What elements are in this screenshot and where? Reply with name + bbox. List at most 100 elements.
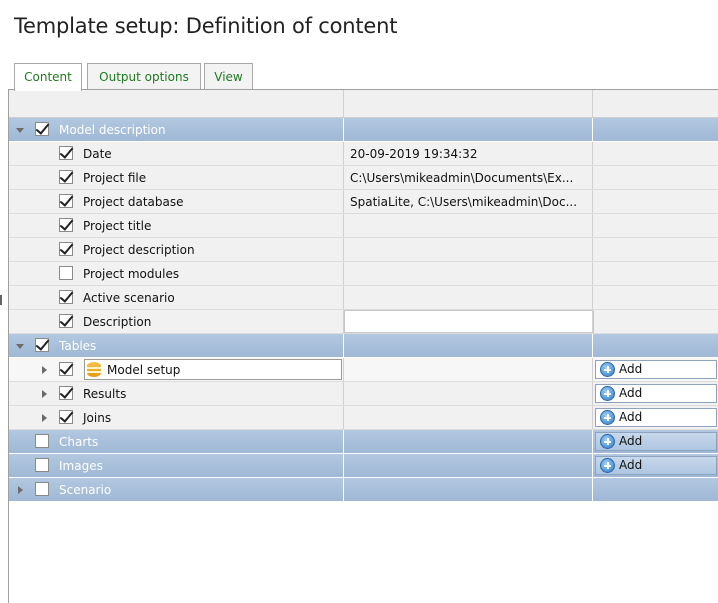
- add-plus-icon: [600, 458, 615, 473]
- item-row-date[interactable]: Date 20-09-2019 19:34:32: [9, 142, 718, 166]
- group-label: Scenario: [59, 483, 112, 497]
- item-label: Joins: [83, 411, 112, 425]
- item-row-model-setup[interactable]: Model setup Add: [9, 358, 718, 382]
- item-row-project-description[interactable]: Project description: [9, 238, 718, 262]
- checkbox-active-scenario[interactable]: [59, 290, 73, 304]
- add-label: Add: [619, 410, 643, 424]
- checkbox-project-description[interactable]: [59, 242, 73, 256]
- group-row-model-description[interactable]: Model description: [9, 118, 718, 142]
- item-label: Project description: [83, 243, 195, 257]
- item-row-joins[interactable]: Joins Add: [9, 406, 718, 430]
- item-label: Project modules: [83, 267, 180, 281]
- group-action-cell: [592, 478, 718, 501]
- checkbox-charts[interactable]: [35, 434, 49, 448]
- item-action-cell: [592, 238, 718, 261]
- group-row-tables[interactable]: Tables: [9, 334, 718, 358]
- tab-content[interactable]: Content: [14, 63, 82, 91]
- add-button-joins[interactable]: Add: [595, 408, 717, 427]
- item-label: Project file: [83, 171, 147, 185]
- checkbox-tables[interactable]: [35, 338, 49, 352]
- group-row-scenario[interactable]: Scenario: [9, 478, 718, 502]
- group-label: Model description: [59, 123, 166, 137]
- item-label: Results: [83, 387, 127, 401]
- add-button-charts[interactable]: Add: [595, 432, 717, 451]
- add-button-model-setup[interactable]: Add: [595, 360, 717, 379]
- group-value-cell: [343, 118, 592, 141]
- expand-arrow-icon[interactable]: [42, 366, 47, 374]
- group-row-charts[interactable]: Charts Add: [9, 430, 718, 454]
- item-action-cell: [592, 190, 718, 213]
- add-plus-icon: [600, 434, 615, 449]
- checkbox-model-description[interactable]: [35, 122, 49, 136]
- tab-output-options[interactable]: Output options: [87, 63, 201, 89]
- content-panel: Model description Date 20-09-2019 19:34:…: [8, 89, 718, 603]
- group-label: Tables: [59, 339, 97, 353]
- page-title: Template setup: Definition of content: [14, 14, 398, 38]
- header-col-action[interactable]: [592, 90, 718, 117]
- add-plus-icon: [600, 386, 615, 401]
- checkbox-date[interactable]: [59, 146, 73, 160]
- item-action-cell: [592, 262, 718, 285]
- checkbox-model-setup[interactable]: [59, 362, 73, 376]
- item-action-cell: [592, 166, 718, 189]
- checkbox-images[interactable]: [35, 458, 49, 472]
- checkbox-results[interactable]: [59, 386, 73, 400]
- database-icon: [87, 362, 101, 377]
- item-label: Project title: [83, 219, 152, 233]
- collapse-arrow-icon[interactable]: [16, 344, 24, 349]
- expand-arrow-icon[interactable]: [18, 486, 23, 494]
- description-edit-cell[interactable]: [343, 310, 594, 333]
- group-value-cell: [343, 454, 592, 477]
- checkbox-joins[interactable]: [59, 410, 73, 424]
- item-label: Date: [83, 147, 112, 161]
- group-value-cell: [343, 430, 592, 453]
- item-row-active-scenario[interactable]: Active scenario: [9, 286, 718, 310]
- group-row-images[interactable]: Images Add: [9, 454, 718, 478]
- item-row-project-file[interactable]: Project file C:\Users\mikeadmin\Document…: [9, 166, 718, 190]
- tab-view[interactable]: View: [204, 63, 253, 89]
- item-label: Model setup: [107, 363, 181, 377]
- group-action-cell: [592, 118, 718, 141]
- add-label: Add: [619, 362, 643, 376]
- item-action-cell: [592, 142, 718, 165]
- checkbox-scenario[interactable]: [35, 482, 49, 496]
- description-input[interactable]: [344, 310, 594, 333]
- add-button-results[interactable]: Add: [595, 384, 717, 403]
- group-value-cell: [343, 334, 592, 357]
- group-label: Charts: [59, 435, 99, 449]
- group-value-cell: [343, 478, 592, 501]
- item-label: Description: [83, 315, 152, 329]
- checkbox-project-database[interactable]: [59, 194, 73, 208]
- add-label: Add: [619, 458, 643, 472]
- add-plus-icon: [600, 362, 615, 377]
- item-action-cell: [592, 310, 718, 333]
- checkbox-project-title[interactable]: [59, 218, 73, 232]
- item-value-cell: [343, 382, 592, 405]
- item-action-cell: [592, 286, 718, 309]
- item-value: C:\Users\mikeadmin\Documents\Ex...: [350, 171, 574, 185]
- grid-header: [9, 90, 718, 118]
- expand-arrow-icon[interactable]: [42, 390, 47, 398]
- item-value: SpatiaLite, C:\Users\mikeadmin\Doc...: [350, 195, 578, 209]
- checkbox-description[interactable]: [59, 314, 73, 328]
- header-col-value[interactable]: [343, 90, 592, 117]
- item-row-project-title[interactable]: Project title: [9, 214, 718, 238]
- item-row-results[interactable]: Results Add: [9, 382, 718, 406]
- item-value-cell: [343, 358, 592, 381]
- checkbox-project-file[interactable]: [59, 170, 73, 184]
- item-row-project-modules[interactable]: Project modules: [9, 262, 718, 286]
- collapse-arrow-icon[interactable]: [16, 128, 24, 133]
- add-plus-icon: [600, 410, 615, 425]
- item-value-cell: [343, 406, 592, 429]
- splitter-marker[interactable]: [0, 295, 2, 305]
- add-button-images[interactable]: Add: [595, 456, 717, 475]
- group-label: Images: [59, 459, 103, 473]
- checkbox-project-modules[interactable]: [59, 266, 73, 280]
- item-action-cell: [592, 214, 718, 237]
- group-action-cell: [592, 334, 718, 357]
- expand-arrow-icon[interactable]: [42, 414, 47, 422]
- item-row-project-database[interactable]: Project database SpatiaLite, C:\Users\mi…: [9, 190, 718, 214]
- add-label: Add: [619, 386, 643, 400]
- item-value: 20-09-2019 19:34:32: [350, 147, 478, 161]
- item-row-description[interactable]: Description: [9, 310, 718, 334]
